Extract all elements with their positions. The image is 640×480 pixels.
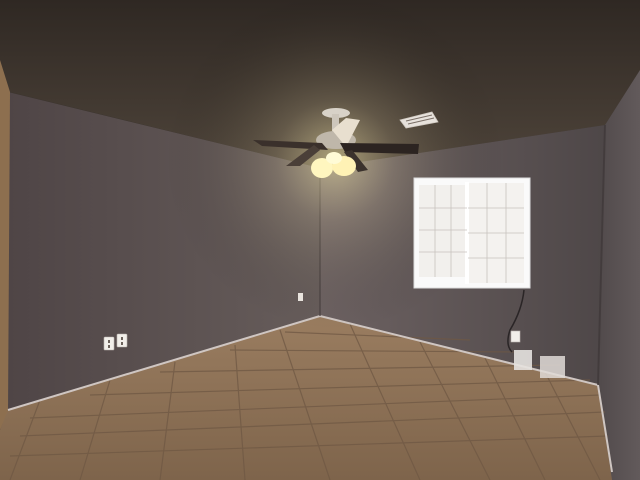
electrical-outlet [298, 293, 303, 301]
light-glow [0, 0, 640, 480]
room-photo [0, 0, 640, 480]
window [413, 177, 531, 289]
electrical-outlet [510, 330, 521, 343]
electrical-outlet [103, 336, 115, 351]
wall-patch [514, 350, 532, 370]
wall-patch [540, 356, 565, 378]
electrical-outlet [116, 333, 128, 348]
light-bulb-icon [326, 152, 342, 164]
